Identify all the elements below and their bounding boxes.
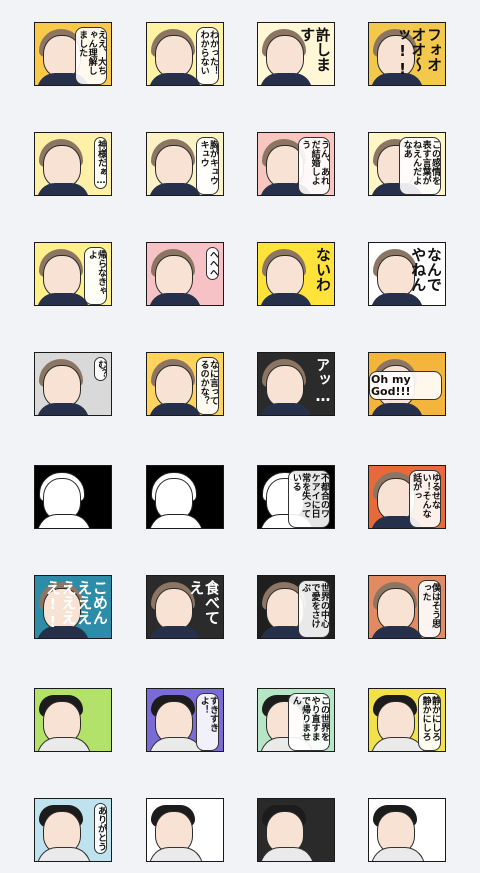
character-face [43, 365, 81, 407]
sticker-tile[interactable]: 僕はそう思った [368, 575, 446, 639]
sticker-caption: ゆるせない！そんな話がっ [408, 470, 441, 528]
sticker-tile[interactable]: ないわ [257, 242, 335, 306]
sticker-tile[interactable]: この世界をやり直すまで帰りません [257, 688, 335, 752]
sticker-tile[interactable]: ええ、大ちゃん理解しました [34, 22, 112, 86]
character-face [266, 365, 304, 407]
sticker-grid: ええ、大ちゃん理解しました わかった！わからない 許します フォオオオ〜ッ!! 神様だぁ… [0, 0, 480, 873]
sticker-tile[interactable]: 帰らなきゃよ [34, 242, 112, 306]
sticker-caption: 許します [298, 27, 331, 72]
sticker-tile[interactable] [257, 798, 335, 862]
sticker-caption: アッ… [314, 357, 330, 405]
sticker-caption: なんでやねん [409, 247, 442, 292]
sticker-caption: うん、あれだ結婚しよう [297, 137, 330, 195]
sticker-caption: すきすきよ！ [196, 693, 219, 751]
sticker-tile[interactable] [146, 465, 224, 529]
character-face [155, 145, 193, 187]
sticker-caption: ええ、大ちゃん理解しました [74, 27, 107, 85]
sticker-caption: なに言ってるのかな？ [196, 357, 219, 415]
sticker-tile[interactable] [34, 688, 112, 752]
sticker-caption: フォオオオ〜ッ!! [393, 27, 441, 78]
sticker-tile[interactable]: 胸がキュウキュウ [146, 132, 224, 196]
sticker-tile[interactable]: 世界の中心で愛をさけぶ [257, 575, 335, 639]
sticker-tile[interactable]: アッ… [257, 352, 335, 416]
character-face [377, 588, 415, 630]
sticker-caption: 不都合のワケアイに日常を失っている [288, 470, 330, 528]
sticker-caption: ごめんえええええええ!! [44, 580, 107, 631]
sticker-caption: Oh my God!!! [369, 371, 442, 401]
character-face [155, 255, 193, 297]
sticker-caption: 僕はそう思った [418, 580, 441, 638]
sticker-tile[interactable]: む？ [34, 352, 112, 416]
sticker-caption: 食べてえ [187, 580, 220, 625]
sticker-tile[interactable]: ありがとう [34, 798, 112, 862]
sticker-caption: この世界をやり直すまで帰りません [288, 693, 330, 751]
sticker-tile[interactable]: なんでやねん [368, 242, 446, 306]
sticker-tile[interactable]: 不都合のワケアイに日常を失っている [257, 465, 335, 529]
character-face [155, 365, 193, 407]
sticker-tile[interactable] [34, 465, 112, 529]
sticker-tile[interactable]: この感情を表す言葉がねえんだよなあ [368, 132, 446, 196]
sticker-tile[interactable]: ごめんえええええええ!! [34, 575, 112, 639]
sticker-tile[interactable]: 許します [257, 22, 335, 86]
sticker-tile[interactable]: すきすきよ！ [146, 688, 224, 752]
sticker-caption: へへへ [205, 247, 219, 280]
character-face [43, 255, 81, 297]
sticker-tile[interactable]: フォオオオ〜ッ!! [368, 22, 446, 86]
sticker-caption: 胸がキュウキュウ [196, 137, 219, 195]
sticker-tile[interactable]: 食べてえ [146, 575, 224, 639]
sticker-tile[interactable]: 神様だぁ… [34, 132, 112, 196]
sticker-caption: この感情を表す言葉がねえんだよなあ [399, 137, 441, 195]
sticker-tile[interactable]: ゆるせない！そんな話がっ [368, 465, 446, 529]
sticker-tile[interactable]: わかった！わからない [146, 22, 224, 86]
sticker-caption: ありがとう [93, 803, 107, 854]
sticker-tile[interactable] [368, 798, 446, 862]
sticker-tile[interactable]: うん、あれだ結婚しよう [257, 132, 335, 196]
sticker-caption: ないわ [314, 247, 330, 292]
sticker-tile[interactable]: へへへ [146, 242, 224, 306]
sticker-tile[interactable] [146, 798, 224, 862]
character-face [43, 145, 81, 187]
sticker-caption: わかった！わからない [196, 27, 219, 85]
character-face [155, 35, 193, 77]
sticker-caption: 世界の中心で愛をさけぶ [297, 580, 330, 638]
sticker-caption: 静かにしろ静かにしろ [418, 693, 441, 751]
sticker-caption: む？ [93, 357, 107, 381]
sticker-caption: 帰らなきゃよ [84, 247, 107, 305]
sticker-caption: 神様だぁ… [93, 137, 107, 189]
sticker-tile[interactable]: Oh my God!!! [368, 352, 446, 416]
sticker-tile[interactable]: なに言ってるのかな？ [146, 352, 224, 416]
character-face [266, 255, 304, 297]
sticker-tile[interactable]: 静かにしろ静かにしろ [368, 688, 446, 752]
